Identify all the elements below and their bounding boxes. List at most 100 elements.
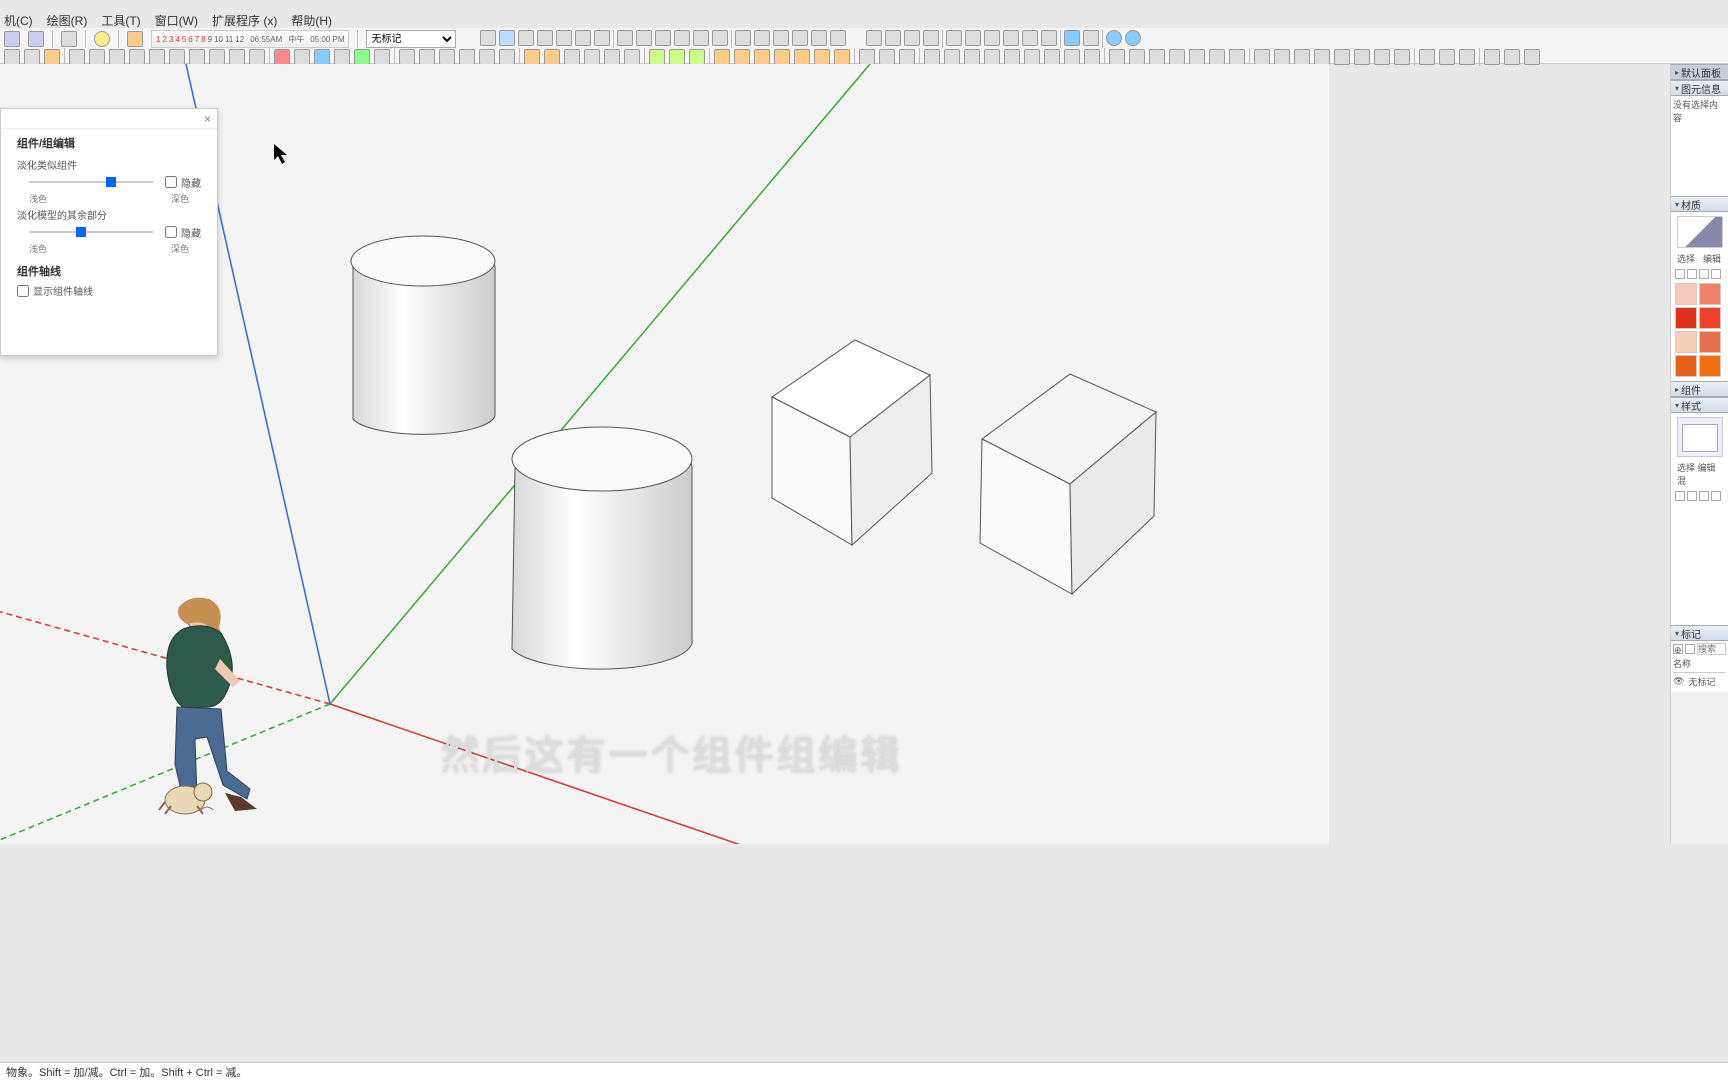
solid-split-icon[interactable] xyxy=(1022,30,1038,46)
textured-icon[interactable] xyxy=(811,30,827,46)
hidden-line-icon[interactable] xyxy=(773,30,789,46)
swatch[interactable] xyxy=(1675,307,1697,329)
ext6-icon[interactable] xyxy=(1024,49,1040,65)
tag-folder-icon[interactable] xyxy=(1685,644,1695,654)
component-icon[interactable] xyxy=(480,30,496,46)
line-icon[interactable] xyxy=(69,49,85,65)
tab-edit[interactable]: 编辑 xyxy=(1703,252,1721,265)
followme-icon[interactable] xyxy=(334,49,350,65)
style8-icon[interactable] xyxy=(1394,49,1410,65)
box3-icon[interactable] xyxy=(1524,49,1540,65)
circle-icon[interactable] xyxy=(149,49,165,65)
style7-icon[interactable] xyxy=(1374,49,1390,65)
text-icon[interactable] xyxy=(459,49,475,65)
tray-header[interactable]: 默认面板 xyxy=(1671,64,1728,80)
monochrome-icon[interactable] xyxy=(830,30,846,46)
tag-combo[interactable]: 无标记 xyxy=(366,30,456,48)
shadow-icon[interactable] xyxy=(556,30,572,46)
swatch[interactable] xyxy=(1675,355,1697,377)
style1-icon[interactable] xyxy=(1254,49,1270,65)
orbit-icon[interactable] xyxy=(524,49,540,65)
eraser-icon[interactable] xyxy=(24,49,40,65)
xray-icon[interactable] xyxy=(735,30,751,46)
style2-icon[interactable] xyxy=(1274,49,1290,65)
fade-rest-slider[interactable] xyxy=(17,224,165,240)
dc2-icon[interactable] xyxy=(1129,49,1145,65)
outliner-icon[interactable] xyxy=(518,30,534,46)
walk-icon[interactable] xyxy=(689,49,705,65)
hide-similar-checkbox[interactable] xyxy=(165,176,177,188)
axes-icon[interactable] xyxy=(479,49,495,65)
nav-menu-icon[interactable] xyxy=(1711,491,1721,501)
box2-icon[interactable] xyxy=(1504,49,1520,65)
look-around-icon[interactable] xyxy=(669,49,685,65)
prot2-icon[interactable] xyxy=(899,49,915,65)
extension-warehouse-icon[interactable] xyxy=(1083,30,1099,46)
3dtext-icon[interactable] xyxy=(499,49,515,65)
ext8-icon[interactable] xyxy=(1064,49,1080,65)
panel-titlebar[interactable]: × xyxy=(1,109,217,129)
close-icon[interactable]: × xyxy=(204,112,211,126)
protractor-icon[interactable] xyxy=(439,49,455,65)
shadow-timeline[interactable]: 123456789101112 06:55AM 中午 05:00 PM xyxy=(151,30,349,48)
section-fill-icon[interactable] xyxy=(923,30,939,46)
tab-select[interactable]: 选择 xyxy=(1677,252,1695,265)
add-tag-icon[interactable]: ⊕ xyxy=(1673,644,1683,654)
dc4-icon[interactable] xyxy=(1169,49,1185,65)
sandbox7-icon[interactable] xyxy=(834,49,850,65)
shaded-icon[interactable] xyxy=(792,30,808,46)
globe2-icon[interactable] xyxy=(1125,30,1141,46)
wireframe-icon[interactable] xyxy=(754,30,770,46)
polygon-icon[interactable] xyxy=(169,49,185,65)
sandbox6-icon[interactable] xyxy=(814,49,830,65)
undo-icon[interactable] xyxy=(4,31,20,47)
nav-fwd-icon[interactable] xyxy=(1687,491,1697,501)
select-icon[interactable] xyxy=(4,49,20,65)
solid-intersect-icon[interactable] xyxy=(1003,30,1019,46)
section-plane-icon[interactable] xyxy=(866,30,882,46)
style6-icon[interactable] xyxy=(1354,49,1370,65)
nav-home-icon[interactable] xyxy=(1699,269,1709,279)
ext3-icon[interactable] xyxy=(964,49,980,65)
style-preview[interactable] xyxy=(1677,417,1723,457)
style5-icon[interactable] xyxy=(1334,49,1350,65)
materials-header[interactable]: 材质 xyxy=(1671,196,1728,212)
left-icon[interactable] xyxy=(712,30,728,46)
swatch[interactable] xyxy=(1699,307,1721,329)
arc3-icon[interactable] xyxy=(229,49,245,65)
dc7-icon[interactable] xyxy=(1229,49,1245,65)
swatch[interactable] xyxy=(1699,355,1721,377)
scale-icon[interactable] xyxy=(354,49,370,65)
front-icon[interactable] xyxy=(655,30,671,46)
solid-subtract-icon[interactable] xyxy=(965,30,981,46)
nav-back-icon[interactable] xyxy=(1675,269,1685,279)
rotated-rect-icon[interactable] xyxy=(129,49,145,65)
swatch[interactable] xyxy=(1675,283,1697,305)
solid-shell-icon[interactable] xyxy=(1041,30,1057,46)
pan-icon[interactable] xyxy=(544,49,560,65)
box1-icon[interactable] xyxy=(1484,49,1500,65)
material-preview[interactable] xyxy=(1677,216,1723,248)
nav-fwd-icon[interactable] xyxy=(1687,269,1697,279)
dc3-icon[interactable] xyxy=(1149,49,1165,65)
visibility-icon[interactable]: 👁 xyxy=(1673,676,1684,687)
style3-icon[interactable] xyxy=(1294,49,1310,65)
iso-icon[interactable] xyxy=(617,30,633,46)
ext1-icon[interactable] xyxy=(924,49,940,65)
nav-home-icon[interactable] xyxy=(1699,491,1709,501)
swatch[interactable] xyxy=(1675,331,1697,353)
rotate-icon[interactable] xyxy=(314,49,330,65)
dimension-icon[interactable] xyxy=(419,49,435,65)
right-icon[interactable] xyxy=(674,30,690,46)
arc-icon[interactable] xyxy=(189,49,205,65)
scene-icon[interactable] xyxy=(537,30,553,46)
fade-similar-slider[interactable] xyxy=(17,174,165,190)
ext7-icon[interactable] xyxy=(1044,49,1060,65)
dc5-icon[interactable] xyxy=(1189,49,1205,65)
model-info-icon[interactable] xyxy=(127,31,143,47)
show-axes-checkbox[interactable] xyxy=(17,285,29,297)
move-icon[interactable] xyxy=(274,49,290,65)
style4-icon[interactable] xyxy=(1314,49,1330,65)
dc6-icon[interactable] xyxy=(1209,49,1225,65)
position-camera-icon[interactable] xyxy=(649,49,665,65)
